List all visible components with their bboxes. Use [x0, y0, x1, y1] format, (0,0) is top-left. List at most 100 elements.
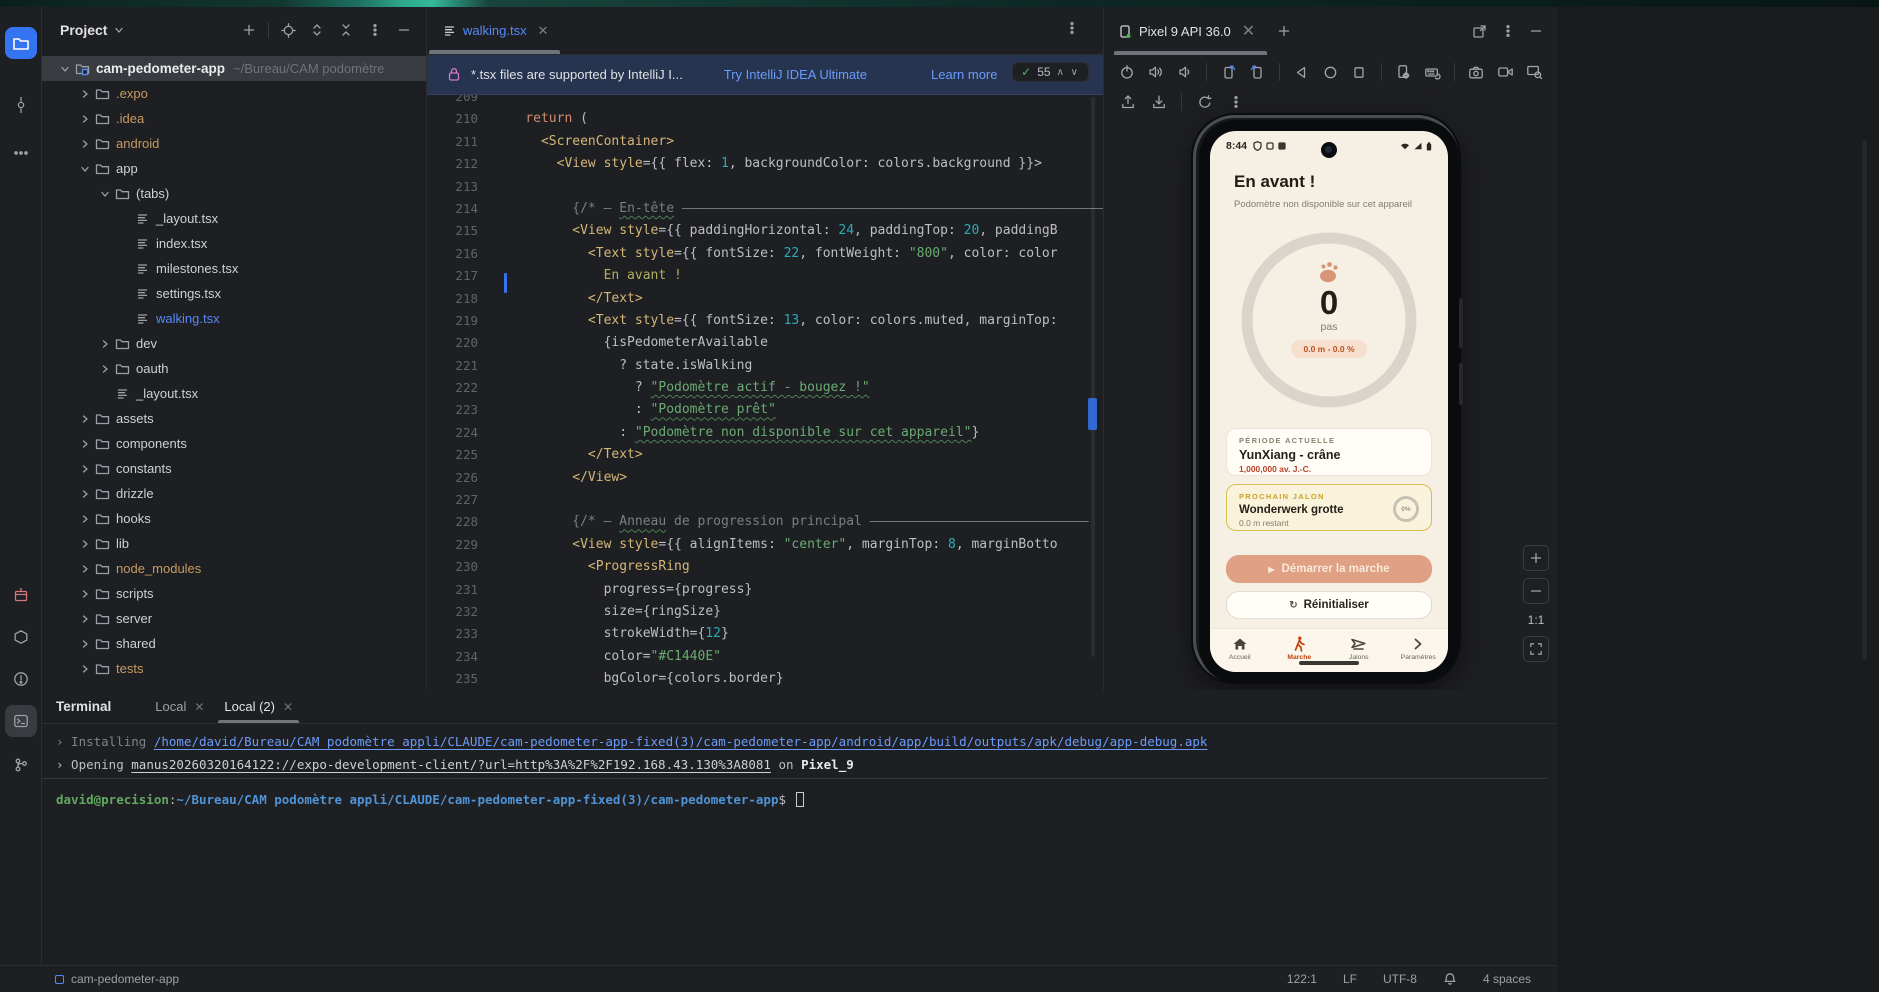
- chevron-down-icon[interactable]: [58, 64, 72, 74]
- tree-row[interactable]: android: [42, 131, 426, 156]
- more-tool-windows-button[interactable]: [5, 137, 37, 169]
- notifications-icon[interactable]: [1443, 972, 1457, 986]
- expand-all-button[interactable]: [307, 20, 327, 40]
- tree-row[interactable]: node_modules: [42, 556, 426, 581]
- status-project[interactable]: cam-pedometer-app: [55, 972, 179, 986]
- toolbar-more-button[interactable]: [1222, 89, 1249, 115]
- tree-row[interactable]: constants: [42, 456, 426, 481]
- reset-button[interactable]: ↻ Réinitialiser: [1226, 591, 1432, 619]
- emulator-device-tab[interactable]: Pixel 9 API 36.0 ✕: [1118, 7, 1263, 55]
- version-control-tool-button[interactable]: [5, 749, 37, 781]
- editor-options-button[interactable]: [1065, 21, 1079, 35]
- terminal-title[interactable]: Terminal: [56, 699, 111, 714]
- power-button[interactable]: [1114, 59, 1139, 85]
- code-line[interactable]: 210 return (: [427, 108, 1103, 130]
- phone-nav-tab-paramètres[interactable]: Paramètres: [1389, 629, 1449, 672]
- rotate-right-button[interactable]: [1245, 59, 1270, 85]
- chevron-right-icon[interactable]: [78, 114, 92, 124]
- close-emulator-tab-icon[interactable]: ✕: [1242, 21, 1255, 41]
- restart-button[interactable]: [1191, 89, 1218, 115]
- inspections-widget[interactable]: ✓ 55 ∧ ∨: [1012, 62, 1089, 82]
- close-terminal-tab-icon[interactable]: ✕: [283, 700, 293, 714]
- code-line[interactable]: 231 progress={progress}: [427, 579, 1103, 601]
- tree-row[interactable]: (tabs): [42, 181, 426, 206]
- chevron-down-icon[interactable]: [114, 25, 124, 35]
- chevron-right-icon[interactable]: [78, 564, 92, 574]
- tree-row[interactable]: shared: [42, 631, 426, 656]
- tree-row[interactable]: tests: [42, 656, 426, 681]
- code-line[interactable]: 225 </Text>: [427, 444, 1103, 466]
- tree-row[interactable]: dev: [42, 331, 426, 356]
- screen-record-button[interactable]: [1493, 59, 1518, 85]
- project-panel-title[interactable]: Project: [60, 22, 107, 38]
- commit-tool-button[interactable]: [5, 89, 37, 121]
- terminal-tool-button[interactable]: [5, 705, 37, 737]
- open-in-window-button[interactable]: [1472, 24, 1487, 39]
- code-line[interactable]: 228 {/* — Anneau de progression principa…: [427, 511, 1103, 533]
- download-button[interactable]: [1145, 89, 1172, 115]
- tree-row[interactable]: hooks: [42, 506, 426, 531]
- terminal-prompt[interactable]: david@precision:~/Bureau/CAM podomètre a…: [56, 788, 804, 811]
- code-line[interactable]: 233 strokeWidth={12}: [427, 623, 1103, 645]
- try-ultimate-link[interactable]: Try IntelliJ IDEA Ultimate: [724, 67, 867, 82]
- phone-nav-tab-jalons[interactable]: Jalons: [1329, 629, 1389, 672]
- code-line[interactable]: 220 {isPedometerAvailable: [427, 332, 1103, 354]
- add-device-button[interactable]: [1277, 24, 1291, 38]
- chevron-down-icon[interactable]: [78, 164, 92, 174]
- volume-up-button[interactable]: [1143, 59, 1168, 85]
- back-button[interactable]: [1289, 59, 1314, 85]
- problems-tool-button[interactable]: [5, 663, 37, 695]
- editor-scrollbar[interactable]: [1091, 97, 1095, 657]
- zoom-in-button[interactable]: [1523, 545, 1549, 571]
- chevron-right-icon[interactable]: [78, 539, 92, 549]
- indent-setting[interactable]: 4 spaces: [1483, 972, 1531, 986]
- phone-nav-tab-accueil[interactable]: Accueil: [1210, 629, 1270, 672]
- overview-button[interactable]: [1347, 59, 1372, 85]
- code-line[interactable]: 227: [427, 489, 1103, 511]
- code-line[interactable]: 214 {/* — En-tête ——————————————————————…: [427, 198, 1103, 220]
- inspections-prev-next-icons[interactable]: ∧ ∨: [1057, 67, 1080, 78]
- tree-row[interactable]: oauth: [42, 356, 426, 381]
- tree-row[interactable]: server: [42, 606, 426, 631]
- code-line[interactable]: 216 <Text style={{ fontSize: 22, fontWei…: [427, 243, 1103, 265]
- code-line[interactable]: 224 : "Podomètre non disponible sur cet …: [427, 422, 1103, 444]
- tree-row[interactable]: index.tsx: [42, 231, 426, 256]
- code-line[interactable]: 234 color="#C1440E": [427, 646, 1103, 668]
- next-milestone-card[interactable]: PROCHAIN JALON Wonderwerk grotte 0.0 m r…: [1226, 484, 1432, 531]
- code-line[interactable]: 226 </View>: [427, 467, 1103, 489]
- build-tool-button[interactable]: [5, 621, 37, 653]
- terminal-tab[interactable]: Local✕: [145, 690, 214, 723]
- chevron-right-icon[interactable]: [78, 489, 92, 499]
- rotate-left-button[interactable]: [1216, 59, 1241, 85]
- chevron-right-icon[interactable]: [78, 139, 92, 149]
- chevron-right-icon[interactable]: [78, 89, 92, 99]
- zoom-out-button[interactable]: [1523, 578, 1549, 604]
- snapshot-search-button[interactable]: [1522, 59, 1547, 85]
- tree-row[interactable]: settings.tsx: [42, 281, 426, 306]
- phone-screen[interactable]: 8:44 En avant ! Podomètre non disponible…: [1210, 131, 1448, 672]
- code-line[interactable]: 222 ? "Podomètre actif - bougez !": [427, 377, 1103, 399]
- project-tool-button[interactable]: [5, 27, 37, 59]
- terminal-link[interactable]: /home/david/Bureau/CAM podomètre appli/C…: [154, 734, 1208, 749]
- tree-row[interactable]: .expo: [42, 81, 426, 106]
- code-area[interactable]: 209210 return (211 <ScreenContainer>212 …: [427, 86, 1103, 690]
- terminal-link[interactable]: manus20260320164122://expo-development-c…: [131, 757, 771, 772]
- new-item-button[interactable]: [239, 20, 259, 40]
- code-line[interactable]: 217 En avant !: [427, 265, 1103, 287]
- chevron-right-icon[interactable]: [78, 614, 92, 624]
- chevron-right-icon[interactable]: [78, 439, 92, 449]
- line-separator[interactable]: LF: [1343, 972, 1357, 986]
- tree-row[interactable]: cam-pedometer-app~/Bureau/CAM podomètre: [42, 56, 426, 81]
- editor-scrollbar-thumb[interactable]: [1088, 398, 1097, 430]
- code-line[interactable]: 212 <View style={{ flex: 1, backgroundCo…: [427, 153, 1103, 175]
- tree-row[interactable]: drizzle: [42, 481, 426, 506]
- caret-position[interactable]: 122:1: [1287, 972, 1317, 986]
- chevron-right-icon[interactable]: [78, 639, 92, 649]
- virtual-input-button[interactable]: [1420, 59, 1445, 85]
- terminal-tab[interactable]: Local (2)✕: [214, 690, 303, 723]
- desktop-scrollbar[interactable]: [1862, 140, 1867, 660]
- close-terminal-tab-icon[interactable]: ✕: [194, 700, 204, 714]
- editor-tab-walking[interactable]: walking.tsx ✕: [427, 7, 562, 54]
- code-line[interactable]: 229 <View style={{ alignItems: "center",…: [427, 534, 1103, 556]
- file-encoding[interactable]: UTF-8: [1383, 972, 1417, 986]
